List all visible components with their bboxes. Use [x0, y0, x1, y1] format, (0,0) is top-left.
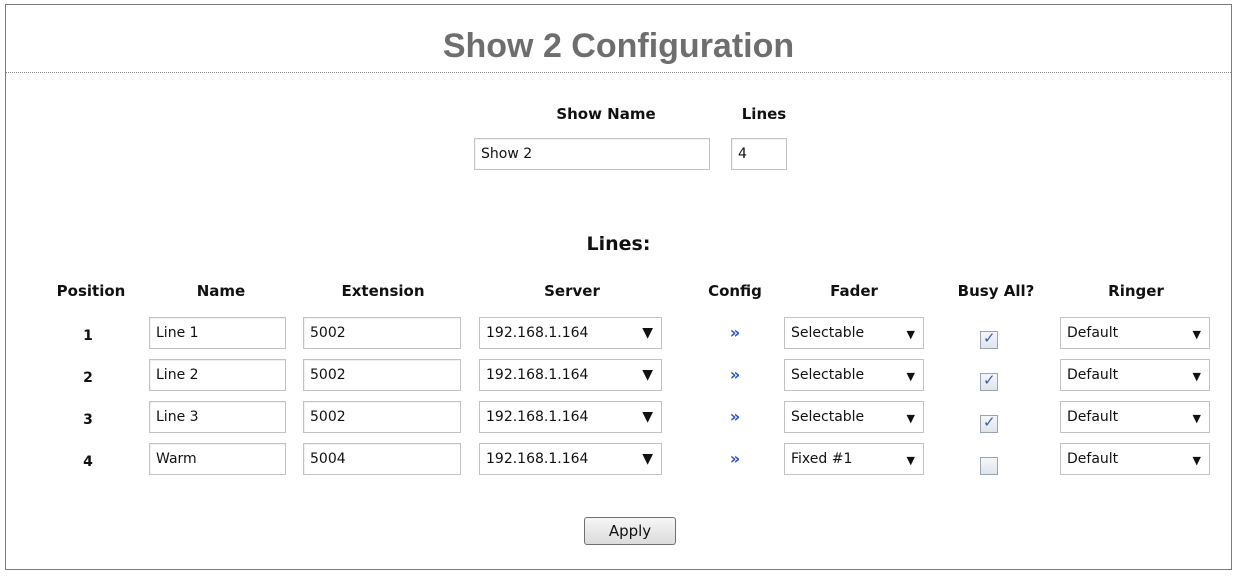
col-header-server: Server [544, 282, 600, 300]
row-1-ringer-select[interactable]: Default ▼ [1060, 317, 1210, 349]
row-4-extension-input[interactable]: 5004 [303, 443, 461, 475]
row-2-ringer-value: Default [1067, 367, 1119, 383]
row-1-server-value: 192.168.1.164 [486, 325, 589, 341]
row-3-server-select[interactable]: 192.168.1.164 ▼ [479, 401, 662, 433]
row-3-busy-all-checkbox[interactable]: ✓ [980, 413, 998, 433]
row-1-fader-select[interactable]: Selectable ▼ [784, 317, 924, 349]
row-4-name-input[interactable]: Warm [149, 443, 286, 475]
row-3-server-value: 192.168.1.164 [486, 409, 589, 425]
row-3-config-link[interactable]: » [720, 401, 750, 433]
row-3-extension-input[interactable]: 5002 [303, 401, 461, 433]
lines-count-label: Lines [741, 105, 787, 123]
row-1-config-link[interactable]: » [720, 317, 750, 349]
col-header-extension: Extension [341, 282, 425, 300]
col-header-fader: Fader [830, 282, 878, 300]
show-name-input[interactable]: Show 2 [474, 138, 710, 170]
row-1-name-input[interactable]: Line 1 [149, 317, 286, 349]
row-4-config-link[interactable]: » [720, 443, 750, 475]
lines-count-input[interactable]: 4 [731, 138, 787, 170]
row-4-position: 4 [83, 454, 93, 470]
row-3-name-input[interactable]: Line 3 [149, 401, 286, 433]
show-name-label: Show Name [556, 105, 656, 123]
col-header-position: Position [56, 282, 126, 300]
col-header-ringer: Ringer [1108, 282, 1164, 300]
col-header-config: Config [708, 282, 762, 300]
row-3-fader-value: Selectable [791, 409, 865, 425]
row-2-server-value: 192.168.1.164 [486, 367, 589, 383]
row-4-ringer-select[interactable]: Default ▼ [1060, 443, 1210, 475]
row-2-name-input[interactable]: Line 2 [149, 359, 286, 391]
col-header-name: Name [196, 282, 246, 300]
dropdown-arrow-icon: ▼ [906, 328, 915, 341]
dropdown-arrow-icon: ▼ [642, 409, 653, 425]
row-1-position: 1 [83, 328, 93, 344]
dropdown-arrow-icon: ▼ [642, 451, 653, 467]
row-4-fader-select[interactable]: Fixed #1 ▼ [784, 443, 924, 475]
row-3-ringer-select[interactable]: Default ▼ [1060, 401, 1210, 433]
dropdown-arrow-icon: ▼ [906, 454, 915, 467]
row-1-ringer-value: Default [1067, 325, 1119, 341]
row-1-fader-value: Selectable [791, 325, 865, 341]
dropdown-arrow-icon: ▼ [1192, 412, 1201, 425]
lines-section-title: Lines: [586, 233, 651, 255]
row-2-config-link[interactable]: » [720, 359, 750, 391]
dropdown-arrow-icon: ▼ [1192, 370, 1201, 383]
row-1-busy-all-checkbox[interactable]: ✓ [980, 329, 998, 349]
row-2-extension-input[interactable]: 5002 [303, 359, 461, 391]
row-2-busy-all-checkbox[interactable]: ✓ [980, 371, 998, 391]
dropdown-arrow-icon: ▼ [906, 412, 915, 425]
col-header-busy-all: Busy All? [957, 282, 1035, 300]
row-4-busy-all-checkbox[interactable] [980, 457, 998, 475]
row-2-position: 2 [83, 370, 93, 386]
checkmark-icon: ✓ [983, 371, 996, 389]
row-1-server-select[interactable]: 192.168.1.164 ▼ [479, 317, 662, 349]
row-2-fader-value: Selectable [791, 367, 865, 383]
checkmark-icon: ✓ [983, 329, 996, 347]
row-3-position: 3 [83, 412, 93, 428]
row-4-ringer-value: Default [1067, 451, 1119, 467]
checkmark-icon: ✓ [983, 413, 996, 431]
row-4-server-value: 192.168.1.164 [486, 451, 589, 467]
dropdown-arrow-icon: ▼ [642, 325, 653, 341]
row-3-ringer-value: Default [1067, 409, 1119, 425]
row-2-fader-select[interactable]: Selectable ▼ [784, 359, 924, 391]
row-4-fader-value: Fixed #1 [791, 451, 853, 467]
row-2-ringer-select[interactable]: Default ▼ [1060, 359, 1210, 391]
title-divider [6, 72, 1231, 73]
page-title: Show 2 Configuration [442, 27, 795, 65]
row-4-server-select[interactable]: 192.168.1.164 ▼ [479, 443, 662, 475]
dropdown-arrow-icon: ▼ [906, 370, 915, 383]
dropdown-arrow-icon: ▼ [1192, 328, 1201, 341]
row-2-server-select[interactable]: 192.168.1.164 ▼ [479, 359, 662, 391]
dropdown-arrow-icon: ▼ [1192, 454, 1201, 467]
config-panel: Show 2 Configuration Show Name Lines Sho… [5, 4, 1232, 570]
row-1-extension-input[interactable]: 5002 [303, 317, 461, 349]
row-3-fader-select[interactable]: Selectable ▼ [784, 401, 924, 433]
apply-button[interactable]: Apply [584, 517, 676, 545]
dropdown-arrow-icon: ▼ [642, 367, 653, 383]
